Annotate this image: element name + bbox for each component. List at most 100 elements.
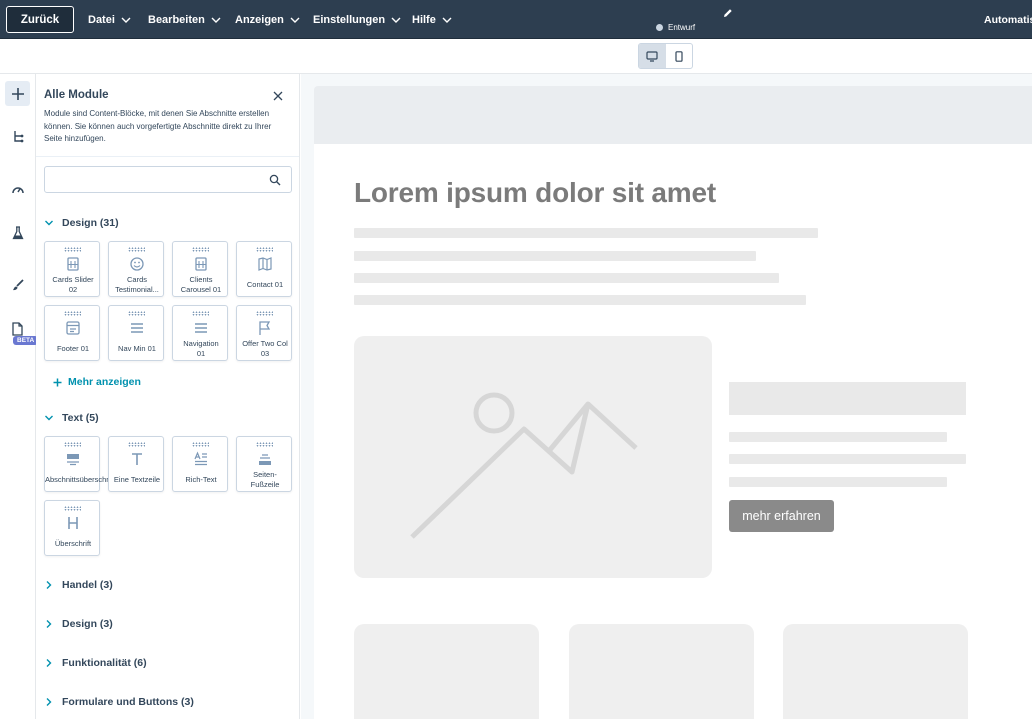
text-line-placeholder	[729, 432, 947, 442]
tree-icon	[13, 130, 23, 142]
add-modules-button[interactable]	[5, 81, 30, 106]
section-label: Funktionalität (6)	[62, 657, 147, 669]
menu-bearbeiten[interactable]: Bearbeiten	[148, 0, 222, 39]
module-card[interactable]: Cards Slider 02	[44, 241, 100, 297]
optimize-button[interactable]	[5, 176, 30, 201]
divider	[36, 156, 299, 157]
module-card[interactable]: Nav Min 01	[108, 305, 164, 361]
drag-handle-icon	[192, 247, 209, 252]
module-search-input[interactable]	[44, 166, 292, 193]
module-card[interactable]: Rich-Text	[172, 436, 228, 492]
card-placeholder[interactable]	[569, 624, 754, 719]
search-icon	[269, 174, 281, 186]
chevron-down-icon	[45, 415, 53, 421]
edit-pencil-icon[interactable]	[722, 7, 734, 19]
text-line-placeholder	[354, 251, 756, 261]
menu-label: Datei	[88, 13, 115, 26]
section-label: Text (5)	[62, 412, 99, 424]
page-settings-button[interactable]	[5, 316, 30, 341]
drag-handle-icon	[64, 247, 81, 252]
module-label: Offer Two Col 03	[242, 339, 288, 358]
section-funktionalitaet[interactable]: Funktionalität (6)	[44, 657, 147, 669]
left-icon-rail: BETA	[0, 74, 39, 719]
section-design-collapsed[interactable]: Design (3)	[44, 618, 113, 630]
menu-label: Anzeigen	[235, 13, 284, 26]
plus-icon	[11, 87, 24, 100]
back-button[interactable]: Zurück	[6, 6, 74, 33]
module-card[interactable]: Clients Carousel 01	[172, 241, 228, 297]
module-card[interactable]: Footer 01	[44, 305, 100, 361]
image-placeholder[interactable]	[354, 336, 712, 578]
drag-handle-icon	[64, 311, 81, 316]
drag-handle-icon	[64, 442, 81, 447]
module-label: Footer 01	[56, 344, 90, 353]
chevron-right-icon	[46, 659, 52, 667]
menu-label: Einstellungen	[313, 13, 386, 26]
section-text-expanded[interactable]: Text (5)	[44, 412, 99, 424]
chevron-down-icon	[391, 17, 401, 23]
page-header-placeholder[interactable]	[314, 86, 1032, 144]
module-card[interactable]: Contact 01	[236, 241, 292, 297]
chevron-down-icon	[442, 17, 452, 23]
menu-einstellungen[interactable]: Einstellungen	[313, 0, 402, 39]
section-label: Handel (3)	[62, 579, 113, 591]
smiley-icon	[130, 257, 144, 271]
gauge-icon	[11, 186, 24, 193]
test-button[interactable]	[5, 220, 30, 245]
module-label: Rich-Text	[185, 475, 217, 484]
module-card[interactable]: Navigation 01	[172, 305, 228, 361]
chevron-down-icon	[211, 17, 221, 23]
module-card[interactable]: Eine Textzeile	[108, 436, 164, 492]
text-line-placeholder	[354, 273, 779, 283]
section-handel[interactable]: Handel (3)	[44, 579, 113, 591]
automation-menu[interactable]: Automatis	[984, 0, 1032, 39]
status-dot-icon	[656, 24, 663, 31]
module-card[interactable]: Abschnittsüberschrift	[44, 436, 115, 492]
section-formulare[interactable]: Formulare und Buttons (3)	[44, 696, 194, 708]
module-card[interactable]: Offer Two Col 03	[236, 305, 292, 361]
module-label: Clients Carousel 01	[180, 275, 222, 294]
flag-icon	[259, 321, 271, 335]
drag-handle-icon	[256, 442, 273, 447]
card-placeholder[interactable]	[783, 624, 968, 719]
panel-title: Alle Module	[44, 89, 109, 101]
card-placeholder[interactable]	[354, 624, 539, 719]
chevron-right-icon	[46, 698, 52, 706]
module-card[interactable]: Überschrift	[44, 500, 100, 556]
section-design-expanded[interactable]: Design (31)	[44, 217, 119, 229]
text-line-placeholder	[354, 228, 818, 238]
menu-datei[interactable]: Datei	[88, 0, 132, 39]
module-label: Contact 01	[246, 280, 284, 289]
design-brush-button[interactable]	[5, 272, 30, 297]
top-navigation-bar: Zurück Datei Bearbeiten Anzeigen Einstel…	[0, 0, 1032, 39]
building-icon	[67, 257, 79, 271]
footer-icon	[259, 454, 271, 465]
chevron-down-icon	[45, 220, 53, 226]
page-body: Lorem ipsum dolor sit amet mehr erfahren	[314, 144, 1032, 719]
module-card[interactable]: Cards Testimonial...	[108, 241, 164, 297]
drag-handle-icon	[256, 311, 273, 316]
module-label: Abschnittsüberschrift	[45, 475, 115, 484]
mobile-view-button[interactable]	[666, 44, 693, 68]
panel-description: Module sind Content-Blöcke, mit denen Si…	[44, 109, 272, 143]
status-label: Entwurf	[668, 23, 696, 32]
menu-anzeigen[interactable]: Anzeigen	[235, 0, 301, 39]
map-icon	[258, 257, 272, 271]
page-headline[interactable]: Lorem ipsum dolor sit amet	[354, 177, 716, 209]
desktop-icon	[646, 50, 658, 62]
module-label: Eine Textzeile	[113, 475, 161, 484]
close-icon[interactable]	[272, 90, 284, 102]
show-more-link[interactable]: Mehr anzeigen	[53, 376, 141, 388]
module-label: Nav Min 01	[118, 344, 156, 353]
heading-h-icon	[68, 517, 78, 529]
menu-label: Hilfe	[412, 13, 436, 26]
section-header-icon	[67, 454, 79, 466]
module-card[interactable]: Seiten- Fußzeile	[236, 436, 292, 492]
cta-button[interactable]: mehr erfahren	[729, 500, 834, 532]
layers-button[interactable]	[5, 124, 30, 149]
document-icon	[12, 321, 23, 336]
drag-handle-icon	[192, 311, 209, 316]
menu-hilfe[interactable]: Hilfe	[412, 0, 453, 39]
desktop-view-button[interactable]	[639, 44, 666, 68]
text-line-placeholder	[729, 477, 947, 487]
